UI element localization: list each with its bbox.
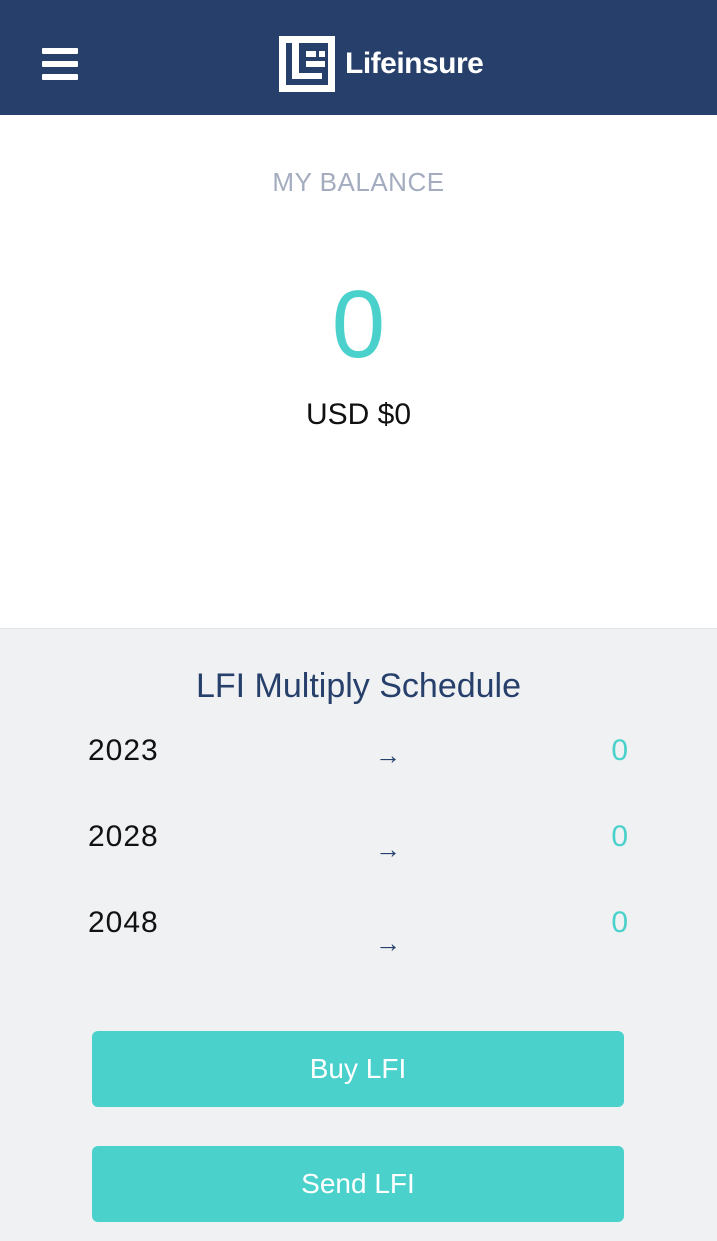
schedule-year: 2023 xyxy=(88,734,159,767)
buy-lfi-button[interactable]: Buy LFI xyxy=(92,1031,624,1107)
right-arrow-icon: → xyxy=(375,928,401,958)
lifeinsure-logo-icon xyxy=(279,36,335,92)
schedule-amount: 0 xyxy=(611,734,628,767)
brand-name: Lifeinsure xyxy=(345,47,484,80)
schedule-amount: 0 xyxy=(611,906,628,939)
right-arrow-icon: → xyxy=(375,834,401,864)
schedule-year: 2048 xyxy=(88,906,159,939)
balance-panel: MY BALANCE 0 USD $0 xyxy=(0,115,717,629)
hamburger-menu-icon[interactable] xyxy=(42,48,78,80)
send-lfi-button[interactable]: Send LFI xyxy=(92,1146,624,1222)
schedule-amount: 0 xyxy=(611,820,628,853)
schedule-row: 2048 → 0 xyxy=(88,906,628,958)
schedule-title: LFI Multiply Schedule xyxy=(195,667,522,705)
brand[interactable]: Lifeinsure xyxy=(279,36,484,92)
balance-usd-value: USD $0 xyxy=(305,398,412,431)
app-header: Lifeinsure xyxy=(0,0,717,115)
balance-value: 0 xyxy=(331,271,386,378)
schedule-row: 2028 → 0 xyxy=(88,820,628,864)
balance-label: MY BALANCE xyxy=(272,167,445,197)
schedule-row: 2023 → 0 xyxy=(88,734,628,778)
schedule-year: 2028 xyxy=(88,820,159,853)
right-arrow-icon: → xyxy=(375,740,401,770)
